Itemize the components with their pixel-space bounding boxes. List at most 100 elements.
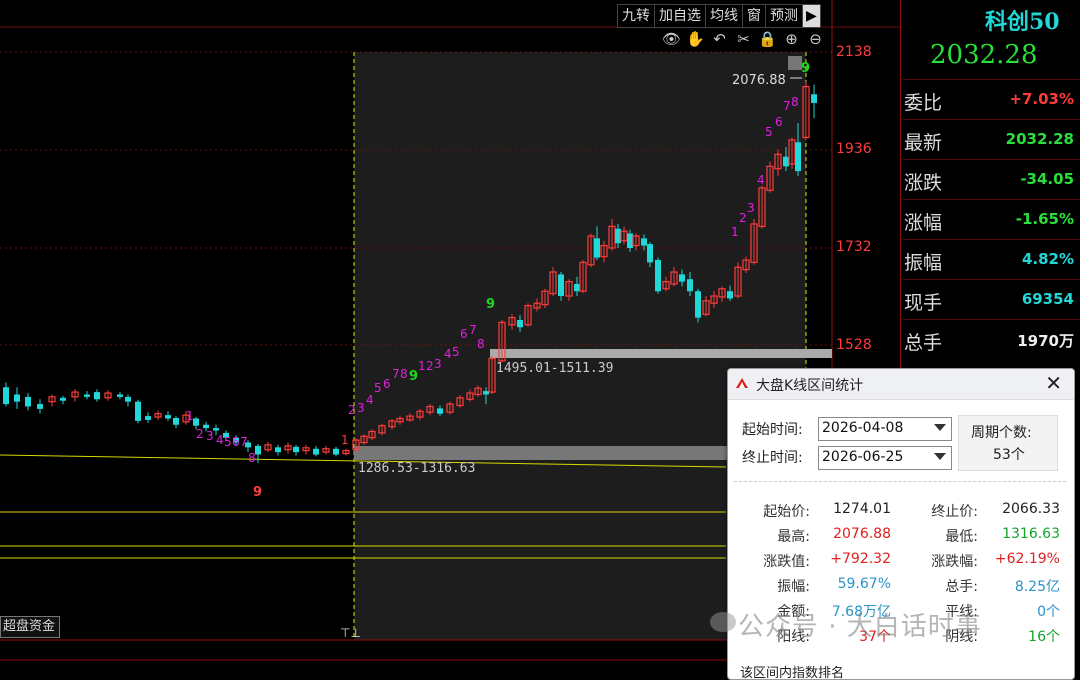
candle-body: [594, 238, 600, 258]
quote-row: 委比 +7.03%: [903, 79, 1080, 118]
nine-turn-count: 3: [357, 401, 365, 415]
index-name: 科创50: [985, 9, 1060, 35]
zoom-out-icon[interactable]: ⊖: [806, 30, 825, 48]
index-price: 2032.28: [930, 40, 1038, 70]
nine-turn-count: 3: [206, 429, 214, 443]
quote-value: +7.03%: [1009, 90, 1074, 108]
quote-value: -1.65%: [1015, 210, 1074, 228]
quote-label: 委比: [904, 92, 943, 114]
support-zone-label: 1286.53-1316.63: [358, 461, 475, 476]
candle-body: [727, 291, 733, 299]
nine-turn-count: 1: [186, 409, 194, 423]
candle-body: [14, 394, 20, 402]
wechat-icon: [710, 612, 736, 632]
candle-body: [84, 394, 90, 397]
nine-turn-count: 8: [400, 367, 408, 381]
stat-value: +62.19%: [994, 551, 1060, 567]
candle-body: [60, 397, 66, 401]
quote-row: 涨幅 -1.65%: [903, 199, 1080, 238]
chevron-down-icon[interactable]: [934, 424, 946, 431]
quote-value: -34.05: [1020, 170, 1074, 188]
candle-body: [3, 387, 9, 405]
eye-icon[interactable]: 👁: [662, 30, 681, 48]
candle-body: [313, 448, 319, 455]
end-time-label: 终止时间:: [742, 450, 803, 466]
moving-average-button[interactable]: 均线: [706, 5, 743, 27]
candle-body: [795, 142, 801, 172]
undo-icon[interactable]: ↶: [710, 30, 729, 48]
stat-value: 16个: [1028, 629, 1060, 645]
quote-label: 振幅: [904, 252, 943, 274]
fund-flow-tab[interactable]: 超盘资金: [0, 616, 60, 638]
quote-row: 涨跌 -34.05: [903, 159, 1080, 198]
zoom-in-icon[interactable]: ⊕: [782, 30, 801, 48]
add-watchlist-button[interactable]: 加自选: [655, 5, 706, 27]
range-drag-handle[interactable]: ⊤⊥: [340, 626, 361, 640]
scissors-icon[interactable]: ✂: [734, 30, 753, 48]
nine-turn-count: 7: [469, 323, 477, 337]
dialog-header: 大盘K线区间统计 ✕: [728, 369, 1074, 400]
candle-body: [627, 233, 633, 248]
candle-body: [213, 428, 219, 431]
quote-value: 4.82%: [1021, 250, 1074, 268]
resistance-zone-label: 1495.01-1511.39: [496, 361, 613, 376]
nine-turn-count: 6: [775, 115, 783, 129]
forecast-button[interactable]: 预测: [766, 5, 803, 27]
resistance-zone: [490, 349, 832, 358]
quote-label: 总手: [904, 332, 943, 354]
candle-body: [695, 291, 701, 318]
stat-label: 总手:: [945, 579, 978, 595]
play-icon[interactable]: ▶: [803, 5, 820, 27]
nine-turn-count: 1: [341, 433, 349, 447]
stat-label: 终止价:: [931, 504, 978, 520]
peak-price-label: 2076.88: [732, 73, 786, 88]
chart-tool-icons: 👁 ✋ ↶ ✂ 🔒 ⊕ ⊖: [662, 30, 825, 48]
close-marker-icon[interactable]: [788, 56, 802, 70]
period-count-label: 周期个数:: [971, 425, 1032, 441]
candle-body: [811, 94, 817, 103]
start-time-select[interactable]: 2026-04-08: [818, 417, 952, 441]
end-time-select[interactable]: 2026-06-25: [818, 446, 952, 470]
candle-body: [615, 228, 621, 244]
start-time-label: 起始时间:: [742, 422, 803, 438]
quote-value: 69354: [1021, 290, 1074, 308]
nine-turn-count: 5: [224, 435, 232, 449]
period-count-box: 周期个数: 53个: [958, 415, 1058, 471]
candle-body: [203, 424, 209, 429]
candle-body: [117, 394, 123, 397]
candle-body: [679, 274, 685, 282]
quote-row: 现手 69354: [903, 279, 1080, 318]
candle-body: [641, 238, 647, 246]
chevron-down-icon[interactable]: [934, 453, 946, 460]
candle-body: [255, 445, 261, 455]
candle-body: [173, 418, 179, 425]
stat-value: 8.25亿: [1014, 579, 1060, 595]
nine-turn-count: 1: [418, 359, 426, 373]
candle-body: [574, 283, 580, 292]
nine-turn-count: 9: [409, 369, 418, 384]
nine-turn-count: 9: [486, 297, 495, 312]
quote-label: 涨幅: [904, 212, 943, 234]
window-button[interactable]: 窗: [743, 5, 766, 27]
candle-body: [647, 244, 653, 263]
stat-value: +792.32: [830, 551, 891, 567]
nine-turn-count: 3: [747, 201, 755, 215]
nine-turn-button[interactable]: 九转: [618, 5, 655, 27]
hand-icon[interactable]: ✋: [686, 30, 705, 48]
lock-icon[interactable]: 🔒: [758, 30, 777, 48]
candle-body: [193, 418, 199, 426]
nine-turn-count: 8: [477, 337, 485, 351]
close-icon[interactable]: ✕: [1045, 371, 1062, 395]
quote-label: 现手: [904, 292, 943, 314]
candle-body: [558, 274, 564, 297]
chart-toolbar: 九转 加自选 均线 窗 预测 ▶: [617, 4, 821, 28]
quote-value: 2032.28: [1005, 130, 1074, 148]
dialog-title: 大盘K线区间统计: [756, 378, 864, 394]
nine-turn-count: 2: [348, 403, 356, 417]
nine-turn-count: 2: [196, 427, 204, 441]
stat-label: 涨跌值:: [763, 554, 810, 570]
watermark: 公众号 · 大白话时事: [738, 612, 982, 642]
divider: [734, 481, 1066, 482]
nine-turn-count: 6: [460, 327, 468, 341]
price-axis-label: 1528: [836, 337, 872, 353]
